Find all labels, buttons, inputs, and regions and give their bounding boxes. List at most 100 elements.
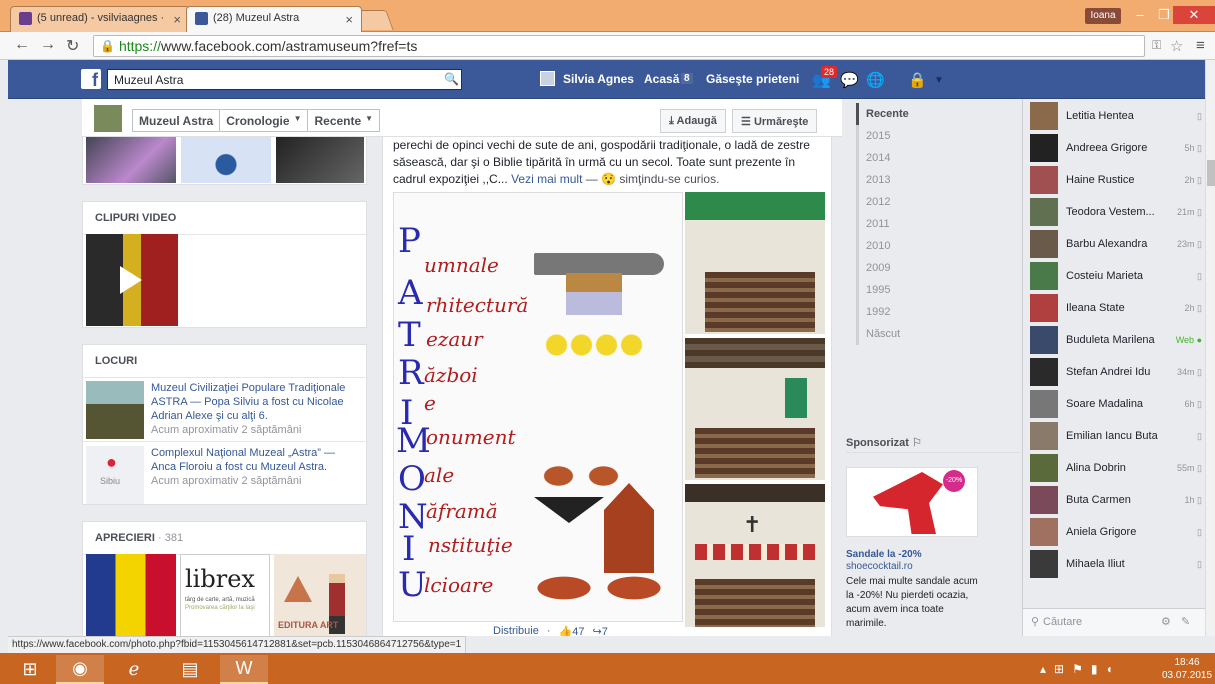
scroll-thumb[interactable]	[1207, 160, 1215, 186]
share-count[interactable]: ↪7	[592, 625, 607, 636]
settings-chevron-down-icon[interactable]: ▼	[934, 75, 944, 86]
list-item[interactable]: ● Sibiu Complexul Naţional Muzeal „Astra…	[83, 441, 368, 504]
share-link[interactable]: Distribuie	[493, 625, 539, 636]
profile-link[interactable]: Silvia Agnes	[563, 72, 634, 86]
close-tab-icon[interactable]: ×	[173, 12, 181, 27]
liked-page-thumb[interactable]: librex târg de carte, artă, muzică Promo…	[180, 554, 270, 636]
page-thumbnail[interactable]	[94, 105, 122, 132]
avatar	[1030, 358, 1058, 386]
ad-url[interactable]: shoecocktail.ro	[846, 561, 913, 572]
place-time: Acum aproximativ 2 săptămâni	[151, 475, 302, 487]
key-icon[interactable]: ⚿	[1152, 38, 1161, 53]
word-icon[interactable]: W	[220, 655, 268, 684]
timeline-item[interactable]: 2015	[856, 125, 936, 147]
tab-facebook[interactable]: (28) Muzeul Astra ×	[186, 6, 362, 32]
video-thumb[interactable]	[86, 234, 178, 326]
chat-contact[interactable]: Buduleta Marilena Web ●	[1030, 325, 1202, 355]
post-photo[interactable]	[685, 338, 825, 480]
timeline-item[interactable]: Născut	[856, 323, 936, 345]
back-icon[interactable]: ←	[14, 36, 30, 54]
chat-contact-name: Barbu Alexandra	[1066, 238, 1148, 250]
reload-icon[interactable]: ↻	[66, 36, 79, 56]
chat-contact[interactable]: Aniela Grigore ▯	[1030, 517, 1202, 547]
file-explorer-icon[interactable]: ▤	[166, 655, 214, 684]
post-photo[interactable]: ✝	[685, 484, 825, 627]
mobile-icon: ▯	[1194, 207, 1202, 217]
follow-button[interactable]: ☰ Urmăreşte	[732, 109, 818, 133]
chat-search-input[interactable]: Căutare	[1043, 616, 1082, 628]
timeline-item[interactable]: 1995	[856, 279, 936, 301]
forward-icon[interactable]: →	[40, 36, 56, 54]
system-tray[interactable]: ▴⊞⚑▮◖	[1040, 662, 1121, 676]
see-more-link[interactable]: Vezi mai mult	[511, 172, 582, 186]
timeline-item[interactable]: 2013	[856, 169, 936, 191]
photo-thumb[interactable]	[86, 137, 176, 183]
tab-page-name[interactable]: Muzeul Astra	[133, 110, 221, 131]
place-text[interactable]: Complexul Naţional Muzeal „Astra” — Anca…	[151, 447, 335, 473]
chat-contact[interactable]: Buta Carmen 1h ▯	[1030, 485, 1202, 515]
timeline-item[interactable]: 1992	[856, 301, 936, 323]
list-item[interactable]: Muzeul Civilizaţiei Populare Tradiţional…	[83, 377, 368, 439]
timeline-item[interactable]: 2011	[856, 213, 936, 235]
menu-icon[interactable]: ≡	[1196, 37, 1205, 54]
windows-start-icon[interactable]: ⊞	[6, 655, 54, 684]
privacy-lock-icon[interactable]: 🔒	[908, 71, 927, 89]
chat-contact-name: Buduleta Marilena	[1066, 334, 1155, 346]
find-friends-link[interactable]: Găseşte prieteni	[706, 72, 799, 86]
chrome-icon[interactable]: ◉	[56, 655, 104, 684]
clock[interactable]: 18:46 03.07.2015	[1162, 656, 1212, 682]
home-link[interactable]: Acasă	[644, 72, 679, 86]
tab-recent[interactable]: Recente ▼	[308, 110, 379, 131]
timeline-item[interactable]: 2014	[856, 147, 936, 169]
photo-thumb[interactable]	[276, 137, 364, 183]
timeline-item[interactable]: 2009	[856, 257, 936, 279]
minimize-icon[interactable]: –	[1128, 6, 1152, 24]
like-count[interactable]: 👍47	[559, 625, 585, 636]
chat-contact[interactable]: Andreea Grigore 5h ▯	[1030, 133, 1202, 163]
search-input[interactable]: Muzeul Astra	[107, 69, 462, 90]
scrollbar[interactable]	[1205, 60, 1215, 636]
avatar[interactable]	[540, 71, 555, 86]
chat-contact[interactable]: Teodora Vestem... 21m ▯	[1030, 197, 1202, 227]
ad-choices-icon[interactable]: ⚐	[912, 437, 922, 449]
messages-icon[interactable]: 💬	[840, 71, 859, 89]
gear-icon[interactable]: ⚙	[1161, 615, 1171, 628]
add-button[interactable]: ⤓ Adaugă	[660, 109, 726, 133]
chat-contact[interactable]: Stefan Andrei Idu 34m ▯	[1030, 357, 1202, 387]
tab-timeline[interactable]: Cronologie ▼	[220, 110, 309, 131]
profile-chip[interactable]: Ioana	[1085, 8, 1121, 24]
sponsored-section: Sponsorizat ⚐ -20% Sandale la -20% shoec…	[846, 433, 1020, 629]
place-text[interactable]: Muzeul Civilizaţiei Populare Tradiţional…	[151, 382, 345, 422]
post-photo[interactable]	[685, 192, 825, 334]
liked-page-thumb[interactable]: EDITURA ART	[274, 554, 366, 636]
photo-thumb[interactable]	[181, 137, 271, 183]
place-thumb[interactable]	[86, 381, 144, 439]
timeline-item[interactable]: 2010	[856, 235, 936, 257]
tab-gmail[interactable]: (5 unread) - vsilviaagnes · ×	[10, 6, 190, 32]
chat-contact[interactable]: Emilian Iancu Buta ▯	[1030, 421, 1202, 451]
chat-contact[interactable]: Costeiu Marieta ▯	[1030, 261, 1202, 291]
timeline-item[interactable]: 2012	[856, 191, 936, 213]
ad-title[interactable]: Sandale la -20%	[846, 549, 922, 560]
chat-contact[interactable]: Mihaela Iliut ▯	[1030, 549, 1202, 579]
chat-contact[interactable]: Soare Madalina 6h ▯	[1030, 389, 1202, 419]
ad-image[interactable]: -20%	[846, 467, 978, 537]
url-input[interactable]: 🔒 https:// www.facebook.com/astramuseum?…	[93, 35, 1145, 57]
chat-contact[interactable]: Barbu Alexandra 23m ▯	[1030, 229, 1202, 259]
post-photo-main[interactable]: P A T R I M O N I U umnale rhitectură ez…	[393, 192, 683, 622]
close-tab-icon[interactable]: ×	[345, 12, 353, 27]
chat-contact[interactable]: Alina Dobrin 55m ▯	[1030, 453, 1202, 483]
compose-icon[interactable]: ✎	[1181, 615, 1190, 628]
bookmark-star-icon[interactable]: ☆	[1170, 37, 1183, 55]
chat-contact[interactable]: Letitia Hentea ▯	[1030, 101, 1202, 131]
liked-page-thumb[interactable]	[86, 554, 176, 636]
map-thumb[interactable]: ● Sibiu	[86, 446, 144, 504]
internet-explorer-icon[interactable]: ℯ	[110, 655, 158, 684]
notifications-globe-icon[interactable]: 🌐	[866, 71, 885, 89]
search-icon[interactable]: 🔍	[444, 72, 459, 86]
timeline-item[interactable]: Recente	[856, 103, 936, 125]
chat-contact[interactable]: Ileana State 2h ▯	[1030, 293, 1202, 323]
facebook-logo-icon[interactable]: f	[81, 69, 101, 90]
chat-contact[interactable]: Haine Rustice 2h ▯	[1030, 165, 1202, 195]
close-window-icon[interactable]: ✕	[1173, 6, 1215, 24]
